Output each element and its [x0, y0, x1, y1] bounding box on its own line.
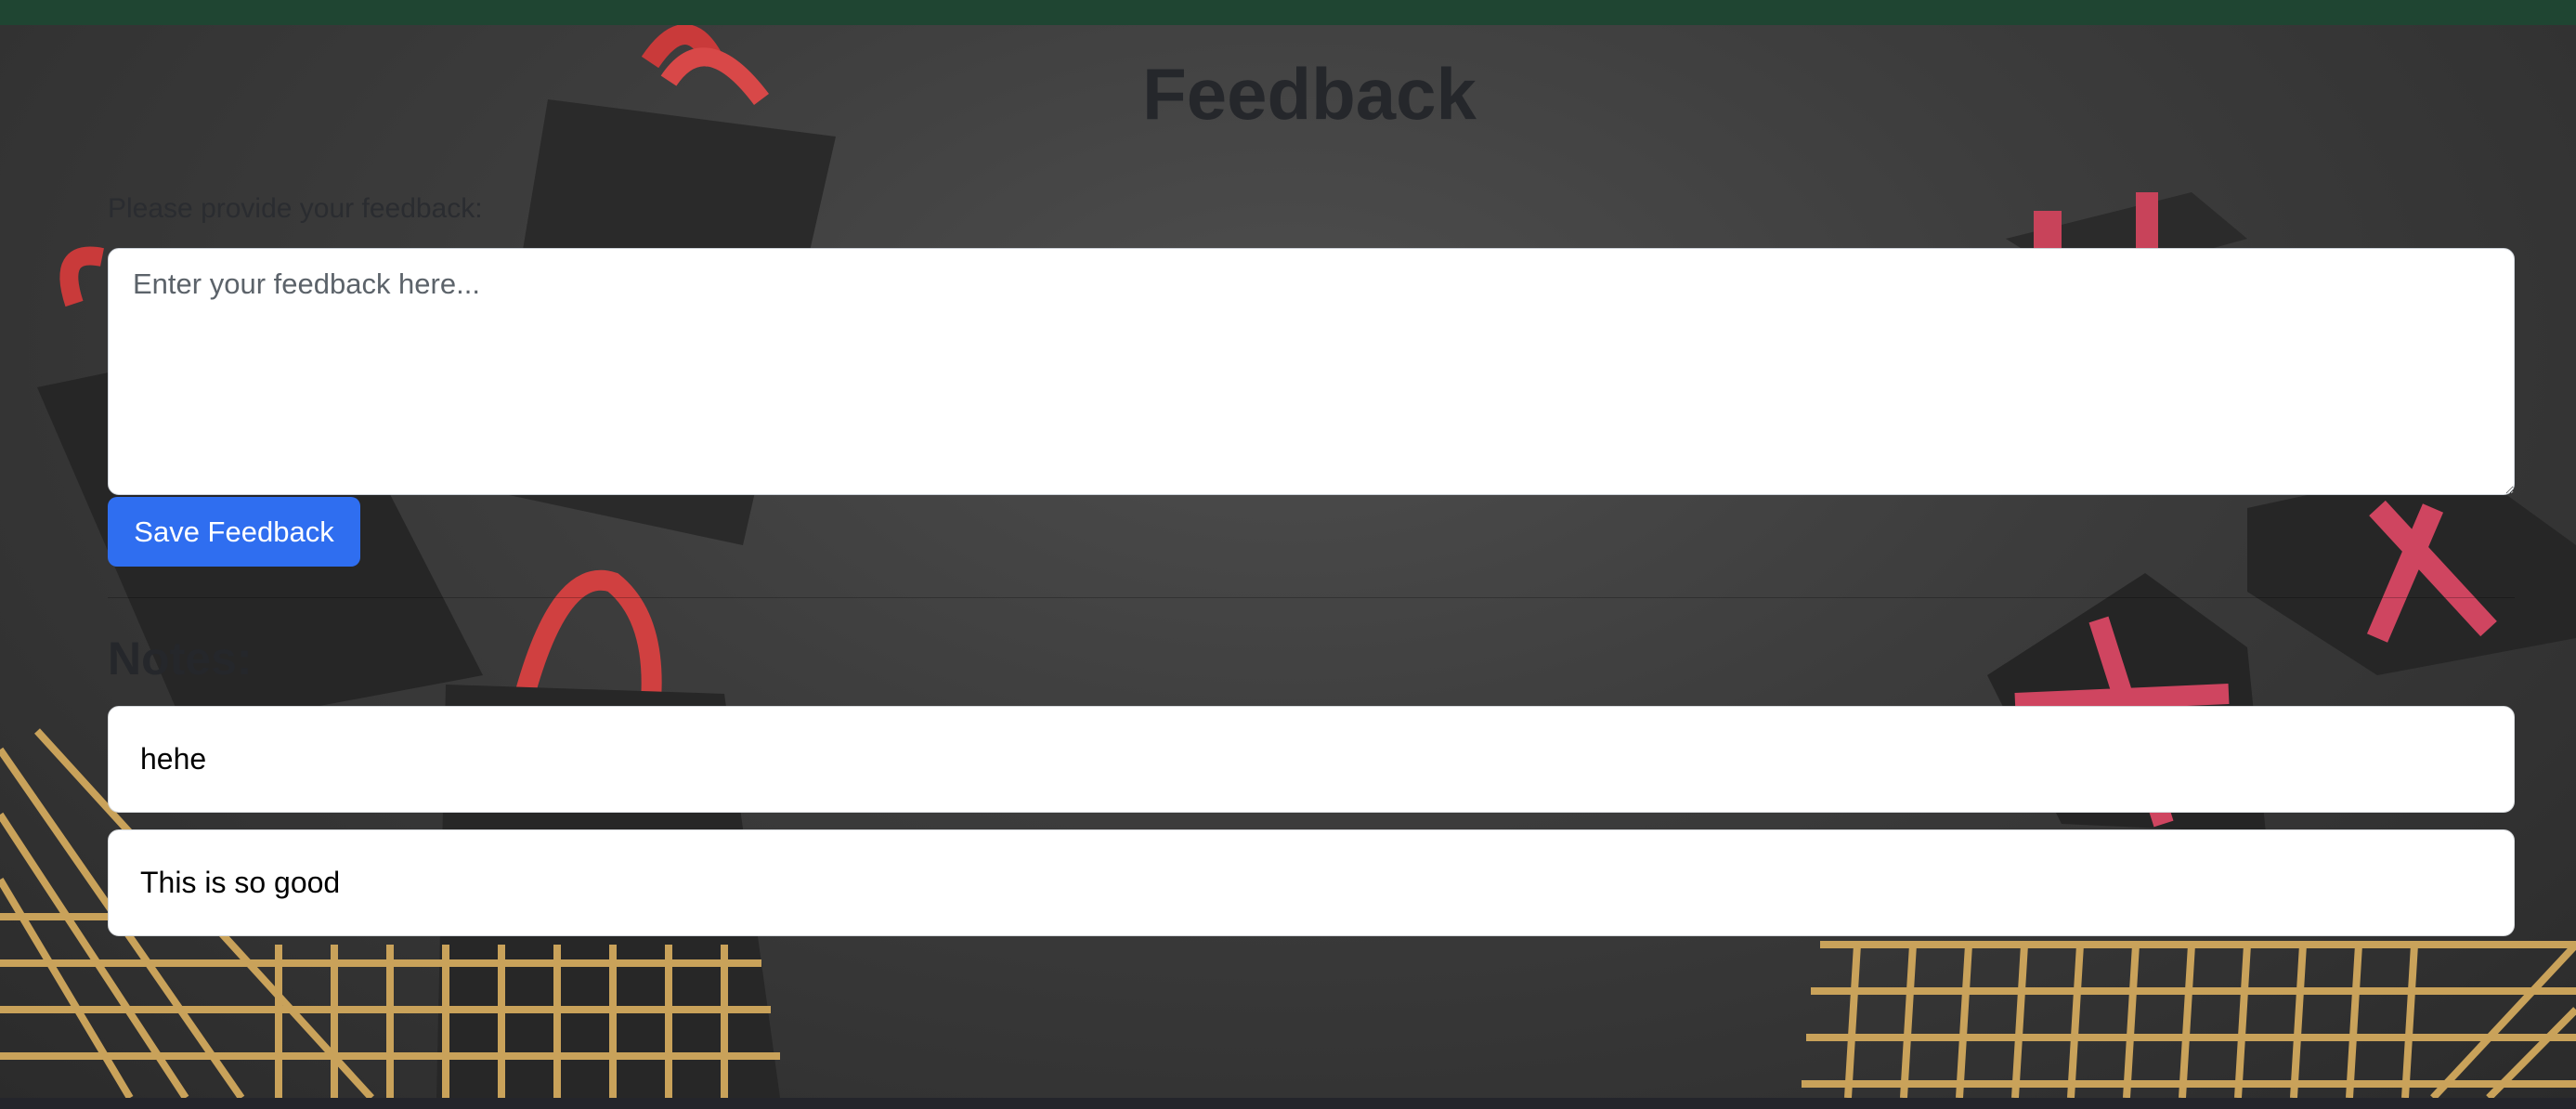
note-card: hehe [108, 706, 2515, 813]
notes-heading: Notes: [108, 633, 253, 685]
shopping-bags-illustration [0, 25, 2576, 1098]
top-nav-bar [0, 0, 2576, 25]
divider [108, 597, 2515, 598]
page-title: Feedback [1142, 53, 1477, 135]
background-image [0, 25, 2576, 1098]
save-feedback-button[interactable]: Save Feedback [108, 497, 360, 567]
feedback-textarea[interactable] [108, 248, 2515, 495]
note-card: This is so good [108, 829, 2515, 936]
bottom-bar [0, 1098, 2576, 1109]
feedback-prompt-label: Please provide your feedback: [108, 193, 483, 224]
